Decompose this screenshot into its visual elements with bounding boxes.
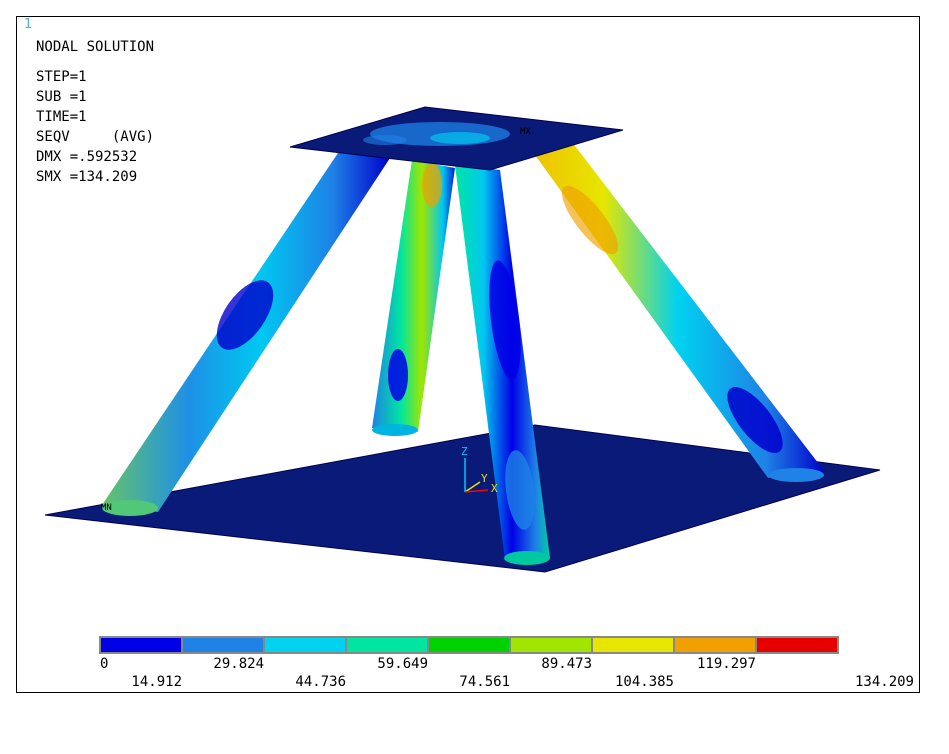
- contour-legend: [99, 636, 839, 654]
- min-marker: MN: [101, 503, 112, 513]
- legend-swatch-5: [511, 638, 591, 652]
- legend-tick-6: 89.473: [541, 656, 592, 672]
- legend-tick-2: 29.824: [213, 656, 264, 672]
- legend-tick-5: 74.561: [459, 674, 510, 690]
- triad-z-label: Z: [461, 445, 468, 458]
- leg-back: [372, 160, 455, 436]
- legend-swatch-7: [675, 638, 755, 652]
- triad-y-label: Y: [481, 472, 488, 485]
- legend-tick-8: 119.297: [696, 656, 756, 672]
- legend-swatch-3: [347, 638, 427, 652]
- max-marker: MX: [520, 127, 531, 137]
- model-view[interactable]: MN MX Z Y X: [0, 0, 949, 754]
- legend-swatch-0: [101, 638, 181, 652]
- legend-tick-9: 134.209: [854, 674, 914, 690]
- legend-swatch-8: [757, 638, 837, 652]
- legend-tick-4: 59.649: [377, 656, 428, 672]
- legend-swatch-6: [593, 638, 673, 652]
- legend-swatch-4: [429, 638, 509, 652]
- legend-swatch-1: [183, 638, 263, 652]
- legend-tick-7: 104.385: [614, 674, 674, 690]
- legend-tick-3: 44.736: [295, 674, 346, 690]
- legend-swatch-2: [265, 638, 345, 652]
- legend-tick-1: 14.912: [131, 674, 182, 690]
- triad-x-label: X: [491, 482, 498, 495]
- legend-tick-0: 0: [100, 656, 109, 672]
